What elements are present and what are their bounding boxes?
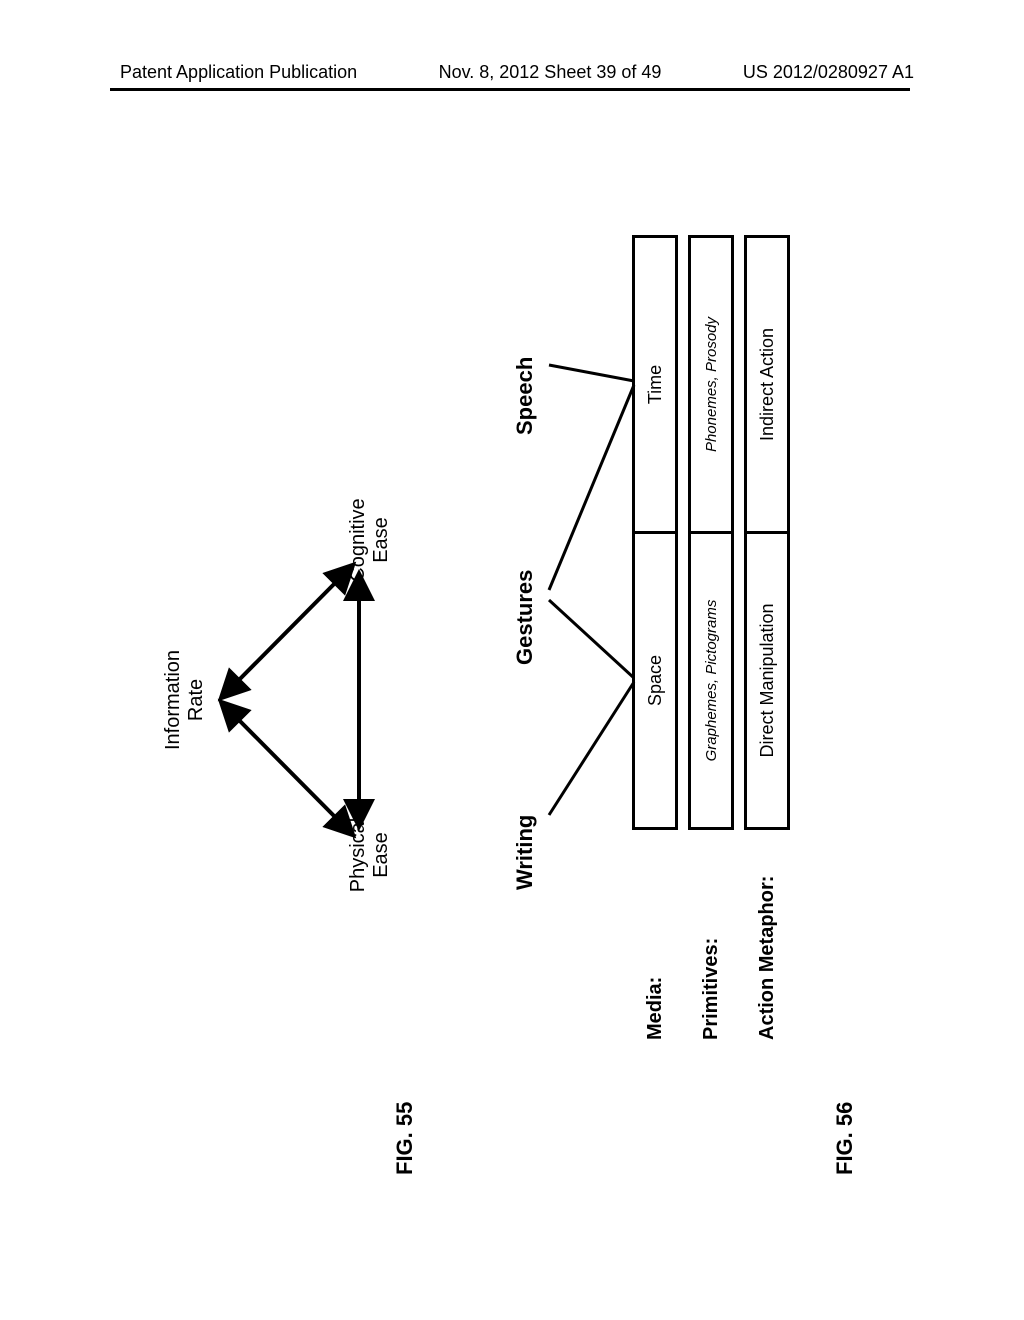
cell-primitives-phonemes: Phonemes, Prosody — [691, 238, 731, 531]
header-left: Patent Application Publication — [120, 62, 357, 83]
cell-media-time: Time — [635, 238, 675, 531]
fig56-table: Media: Space Time Primitives: Graphemes,… — [632, 235, 800, 1045]
page-header: Patent Application Publication Nov. 8, 2… — [0, 62, 1024, 83]
rotated-stage: FIG. 55 InformationRate PhysicalEase Cog… — [132, 165, 892, 1215]
header-right: US 2012/0280927 A1 — [743, 62, 914, 83]
category-gestures: Gestures — [512, 570, 538, 665]
page: Patent Application Publication Nov. 8, 2… — [0, 0, 1024, 1320]
gesture-v-lines-icon — [544, 265, 639, 875]
row-media-cells: Space Time — [632, 235, 678, 830]
row-action-metaphor: Action Metaphor: Direct Manipulation Ind… — [744, 235, 790, 1045]
triangle-arrows-icon — [207, 515, 377, 885]
header-rule — [110, 88, 910, 91]
row-primitives: Primitives: Graphemes, Pictograms Phonem… — [688, 235, 734, 1045]
label-information-rate: InformationRate — [162, 620, 208, 780]
row-media-header: Media: — [632, 830, 678, 1045]
header-mid: Nov. 8, 2012 Sheet 39 of 49 — [439, 62, 662, 83]
row-action-metaphor-cells: Direct Manipulation Indirect Action — [744, 235, 790, 830]
cell-media-space: Space — [635, 531, 675, 827]
cell-action-indirect: Indirect Action — [747, 238, 787, 531]
figure-56-label: FIG. 56 — [832, 1102, 858, 1175]
row-primitives-header: Primitives: — [688, 830, 734, 1045]
category-speech: Speech — [512, 357, 538, 435]
row-action-metaphor-header: Action Metaphor: — [744, 830, 790, 1045]
cell-action-direct: Direct Manipulation — [747, 531, 787, 827]
row-primitives-cells: Graphemes, Pictograms Phonemes, Prosody — [688, 235, 734, 830]
fig55-triangle: InformationRate PhysicalEase CognitiveEa… — [162, 485, 412, 915]
row-media: Media: Space Time — [632, 235, 678, 1045]
cell-primitives-graphemes: Graphemes, Pictograms — [691, 531, 731, 827]
category-writing: Writing — [512, 815, 538, 890]
figure-55-label: FIG. 55 — [392, 1102, 418, 1175]
